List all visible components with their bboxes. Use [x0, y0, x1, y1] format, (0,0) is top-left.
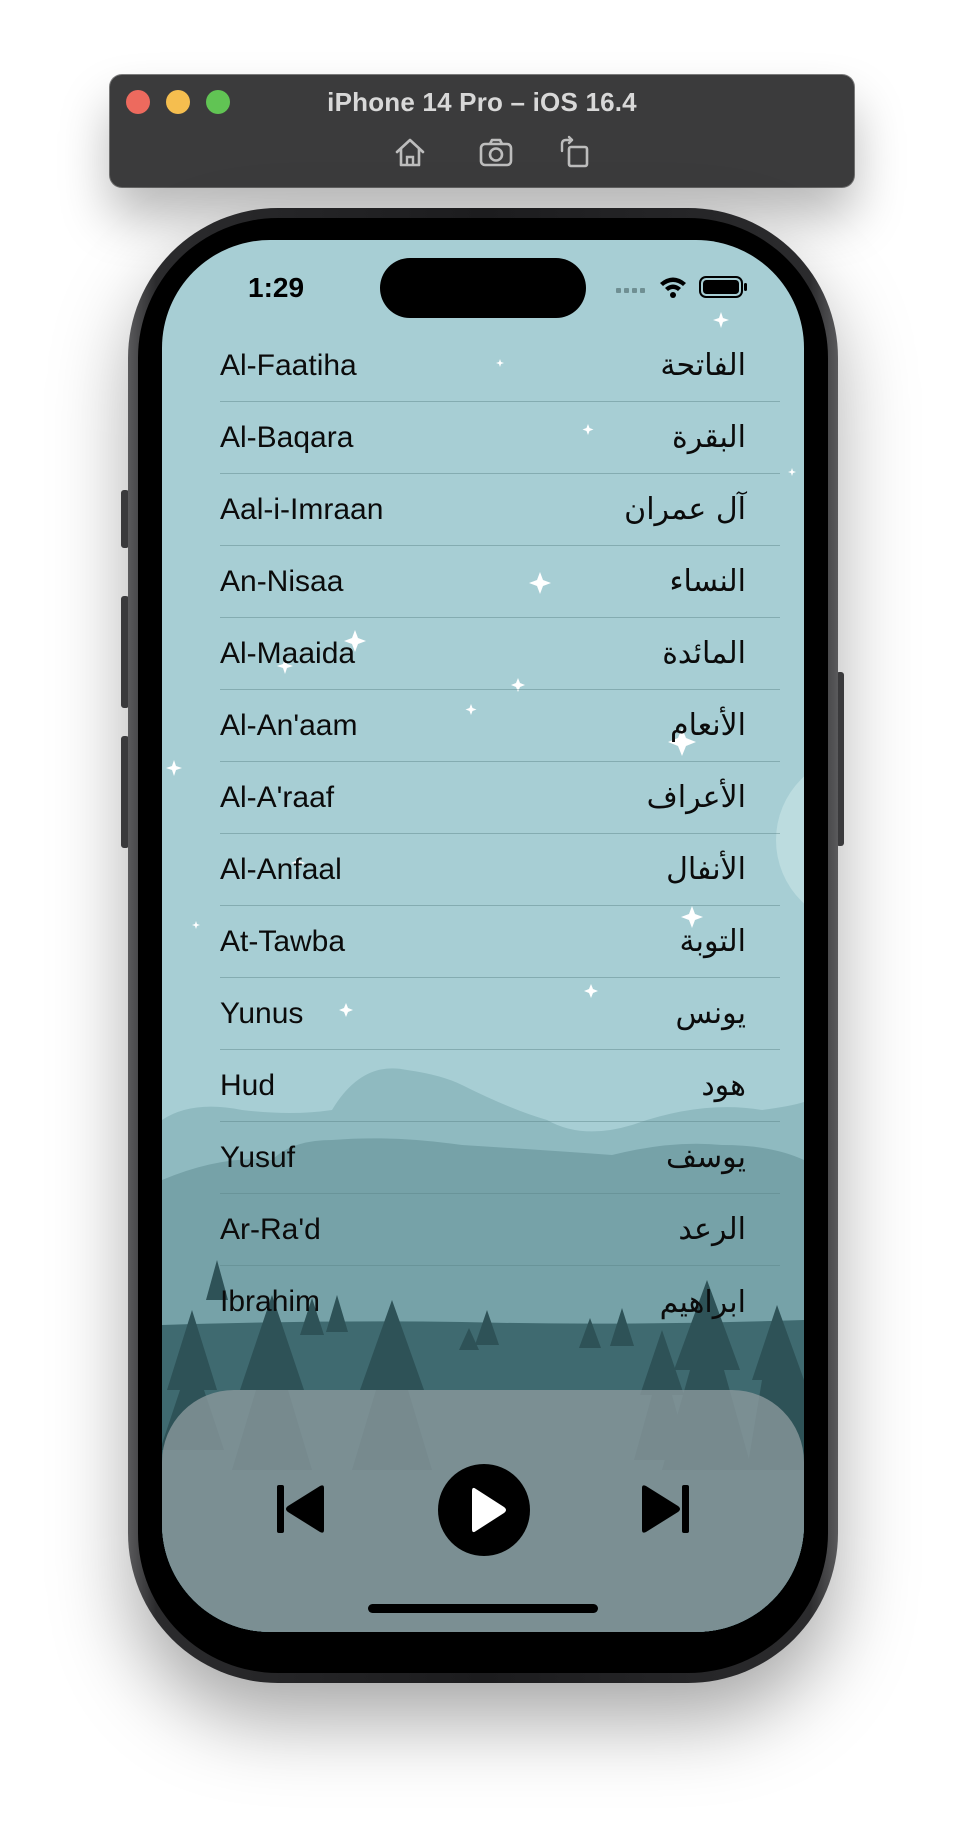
simulator-toolbar: iPhone 14 Pro – iOS 16.4 — [110, 75, 854, 187]
surah-row[interactable]: Ibrahim ابراهيم — [220, 1266, 780, 1338]
surah-list[interactable]: Al-Faatiha الفاتحة Al-Baqara البقرة Aal-i-Im… — [220, 330, 780, 1338]
rotate-icon — [560, 135, 589, 168]
surah-arabic-name: البقرة — [672, 420, 746, 455]
surah-name: Yusuf — [220, 1140, 296, 1174]
surah-arabic-name: الأعراف — [646, 780, 746, 815]
surah-arabic-name: المائدة — [662, 636, 746, 671]
surah-name: Al-A'raaf — [220, 780, 335, 814]
surah-arabic-name: الأنعام — [670, 708, 746, 743]
surah-name: Ar-Ra'd — [220, 1212, 321, 1246]
surah-row[interactable]: At-Tawba التوبة — [220, 906, 780, 978]
screenshot-icon — [479, 138, 513, 167]
play-icon — [438, 1464, 530, 1556]
surah-row[interactable]: Aal-i-Imraan آل عمران — [220, 474, 780, 546]
rotate-button[interactable] — [556, 135, 592, 169]
next-track-icon — [642, 1485, 689, 1533]
surah-arabic-name: ابراهيم — [659, 1284, 746, 1320]
surah-row[interactable]: Yusuf يوسف — [220, 1122, 780, 1194]
surah-arabic-name: يوسف — [665, 1140, 746, 1175]
surah-arabic-name: يونس — [675, 996, 746, 1031]
moon — [776, 776, 804, 904]
surah-arabic-name: الأنفال — [666, 852, 746, 887]
battery-icon — [699, 276, 747, 298]
cellular-icon — [616, 288, 645, 293]
surah-arabic-name: هود — [701, 1068, 746, 1103]
surah-row[interactable]: Al-A'raaf الأعراف — [220, 762, 780, 834]
surah-arabic-name: التوبة — [679, 924, 746, 959]
previous-track-icon — [277, 1485, 324, 1533]
surah-row[interactable]: Al-Baqara البقرة — [220, 402, 780, 474]
surah-name: Al-Baqara — [220, 420, 354, 454]
surah-name: Aal-i-Imraan — [220, 492, 384, 526]
surah-name: An-Nisaa — [220, 564, 344, 598]
simulator-title: iPhone 14 Pro – iOS 16.4 — [327, 87, 637, 117]
surah-name: Al-An'aam — [220, 708, 358, 742]
next-track-button[interactable] — [638, 1482, 692, 1536]
surah-arabic-name: آل عمران — [624, 492, 746, 527]
surah-row[interactable]: Al-An'aam الأنعام — [220, 690, 780, 762]
play-button[interactable] — [438, 1464, 530, 1556]
previous-track-button[interactable] — [274, 1482, 328, 1536]
dynamic-island — [380, 258, 586, 318]
surah-name: Ibrahim — [220, 1285, 321, 1318]
surah-row[interactable]: Yunus يونس — [220, 978, 780, 1050]
surah-row[interactable]: Al-Anfaal الأنفال — [220, 834, 780, 906]
surah-name: Hud — [220, 1068, 276, 1102]
surah-arabic-name: النساء — [669, 564, 746, 599]
player-panel — [162, 1390, 804, 1632]
surah-name: Al-Faatiha — [220, 348, 357, 382]
surah-name: Yunus — [220, 996, 304, 1030]
surah-row[interactable]: Al-Faatiha الفاتحة — [220, 330, 780, 402]
surah-arabic-name: الفاتحة — [660, 348, 746, 383]
surah-row[interactable]: Hud هود — [220, 1050, 780, 1122]
wifi-icon — [660, 277, 686, 298]
screenshot-button[interactable] — [478, 135, 514, 169]
surah-row[interactable]: Ar-Ra'd الرعد — [220, 1194, 780, 1266]
status-icons — [616, 274, 756, 300]
surah-row[interactable]: An-Nisaa النساء — [220, 546, 780, 618]
phone-screen: 1:29 Al-Faatiha الفاتحة Al-Baqara البقرة… — [162, 240, 804, 1632]
surah-name: Al-Maaida — [220, 636, 356, 670]
surah-row[interactable]: Al-Maaida المائدة — [220, 618, 780, 690]
home-button[interactable] — [392, 135, 428, 169]
surah-name: Al-Anfaal — [220, 852, 342, 886]
surah-name: At-Tawba — [220, 924, 346, 958]
home-icon — [395, 138, 425, 167]
home-indicator[interactable] — [368, 1604, 598, 1613]
surah-arabic-name: الرعد — [678, 1212, 746, 1247]
simulator-root: iPhone 14 Pro – iOS 16.4 1:29 Al-Faatiha… — [0, 0, 972, 1830]
status-time: 1:29 — [248, 272, 305, 303]
